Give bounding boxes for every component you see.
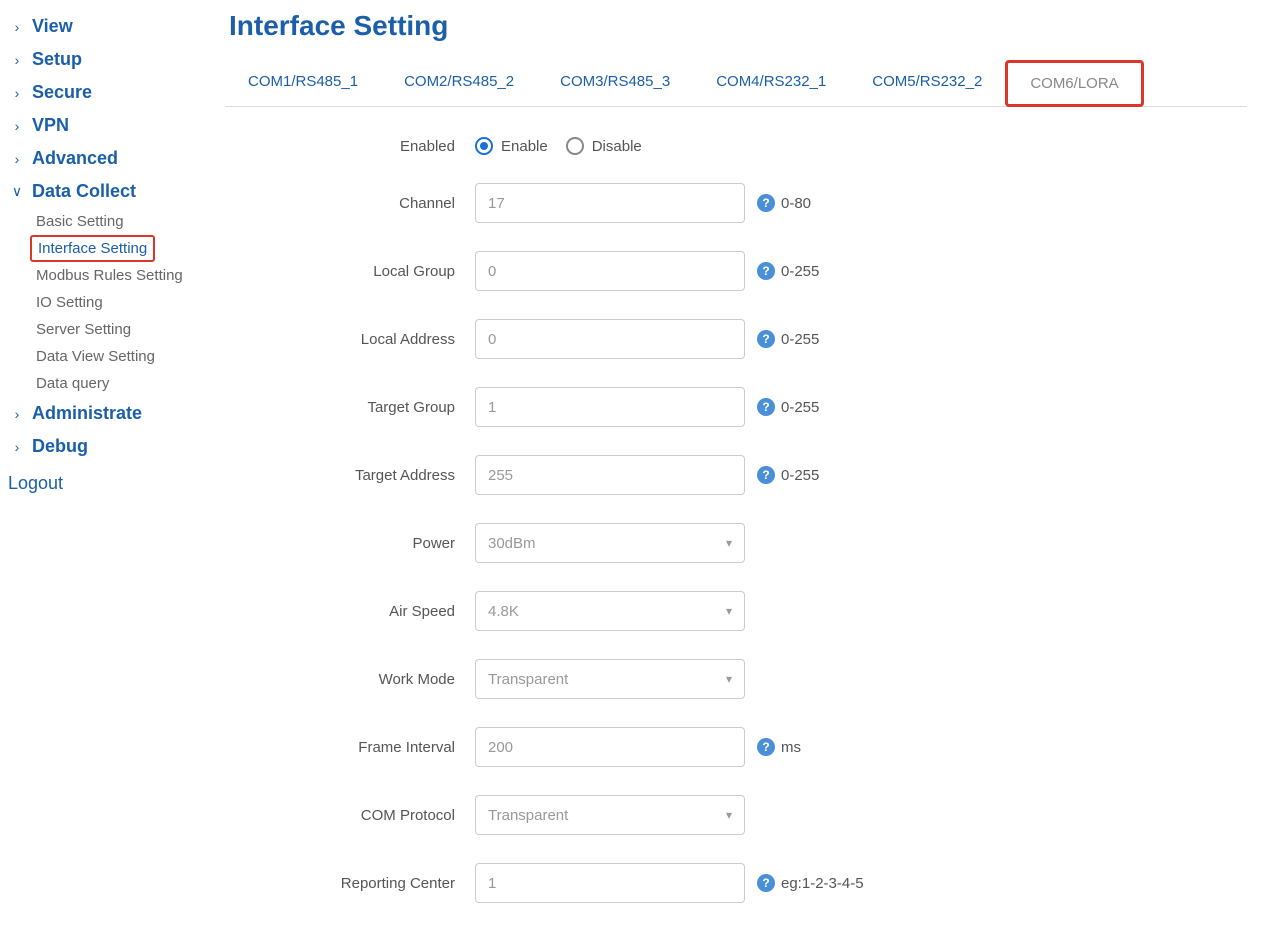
input-channel[interactable]	[475, 183, 745, 223]
label-target-address: Target Address	[285, 467, 475, 484]
select-value: Transparent	[488, 671, 568, 688]
help-icon[interactable]: ?	[757, 330, 775, 348]
nav-label: Data Collect	[32, 181, 136, 202]
subnav-data-query[interactable]: Data query	[36, 370, 225, 397]
select-value: Transparent	[488, 807, 568, 824]
subnav-io-setting[interactable]: IO Setting	[36, 289, 225, 316]
tab-com2[interactable]: COM2/RS485_2	[381, 60, 537, 106]
chevron-right-icon: ›	[8, 85, 26, 101]
radio-icon	[475, 137, 493, 155]
label-target-group: Target Group	[285, 399, 475, 416]
nav-data-collect[interactable]: ∨ Data Collect	[8, 175, 225, 208]
nav-data-collect-children: Basic Setting Interface Setting Modbus R…	[8, 208, 225, 397]
chevron-down-icon: ∨	[8, 183, 26, 200]
input-target-group[interactable]	[475, 387, 745, 427]
tab-com3[interactable]: COM3/RS485_3	[537, 60, 693, 106]
select-work-mode[interactable]: Transparent ▾	[475, 659, 745, 699]
chevron-down-icon: ▾	[726, 808, 732, 822]
tab-com5[interactable]: COM5/RS232_2	[849, 60, 1005, 106]
subnav-interface-setting[interactable]: Interface Setting	[30, 235, 155, 262]
nav-view[interactable]: › View	[8, 10, 225, 43]
hint-local-address: 0-255	[781, 331, 819, 348]
tab-com4[interactable]: COM4/RS232_1	[693, 60, 849, 106]
hint-frame-interval: ms	[781, 739, 801, 756]
nav-label: Advanced	[32, 148, 118, 169]
help-icon[interactable]: ?	[757, 738, 775, 756]
input-local-address[interactable]	[475, 319, 745, 359]
nav-advanced[interactable]: › Advanced	[8, 142, 225, 175]
nav-label: Setup	[32, 49, 82, 70]
main-content: Interface Setting COM1/RS485_1 COM2/RS48…	[225, 0, 1267, 951]
nav-label: View	[32, 16, 73, 37]
nav-debug[interactable]: › Debug	[8, 430, 225, 463]
help-icon[interactable]: ?	[757, 874, 775, 892]
radio-icon	[566, 137, 584, 155]
hint-reporting-center: eg:1-2-3-4-5	[781, 875, 864, 892]
chevron-right-icon: ›	[8, 118, 26, 134]
settings-form: Enabled Enable Disable Channel ? 0-80 Loc…	[225, 137, 1247, 903]
chevron-right-icon: ›	[8, 439, 26, 455]
interface-tabs: COM1/RS485_1 COM2/RS485_2 COM3/RS485_3 C…	[225, 60, 1247, 107]
nav-label: VPN	[32, 115, 69, 136]
nav-secure[interactable]: › Secure	[8, 76, 225, 109]
select-value: 4.8K	[488, 603, 519, 620]
nav-label: Secure	[32, 82, 92, 103]
nav-setup[interactable]: › Setup	[8, 43, 225, 76]
nav-vpn[interactable]: › VPN	[8, 109, 225, 142]
select-value: 30dBm	[488, 535, 536, 552]
chevron-down-icon: ▾	[726, 672, 732, 686]
subnav-data-view-setting[interactable]: Data View Setting	[36, 343, 225, 370]
hint-target-address: 0-255	[781, 467, 819, 484]
radio-label: Enable	[501, 138, 548, 155]
page-title: Interface Setting	[225, 10, 1247, 42]
tab-com6[interactable]: COM6/LORA	[1005, 60, 1143, 107]
hint-local-group: 0-255	[781, 263, 819, 280]
subnav-server-setting[interactable]: Server Setting	[36, 316, 225, 343]
radio-label: Disable	[592, 138, 642, 155]
radio-disable[interactable]: Disable	[566, 137, 642, 155]
label-air-speed: Air Speed	[285, 603, 475, 620]
nav-label: Administrate	[32, 403, 142, 424]
label-frame-interval: Frame Interval	[285, 739, 475, 756]
tab-com1[interactable]: COM1/RS485_1	[225, 60, 381, 106]
logout-link[interactable]: Logout	[8, 463, 225, 494]
label-local-address: Local Address	[285, 331, 475, 348]
nav-label: Debug	[32, 436, 88, 457]
label-com-protocol: COM Protocol	[285, 807, 475, 824]
chevron-down-icon: ▾	[726, 536, 732, 550]
help-icon[interactable]: ?	[757, 466, 775, 484]
chevron-right-icon: ›	[8, 52, 26, 68]
label-power: Power	[285, 535, 475, 552]
input-local-group[interactable]	[475, 251, 745, 291]
label-reporting-center: Reporting Center	[285, 875, 475, 892]
enabled-radio-group: Enable Disable	[475, 137, 642, 155]
help-icon[interactable]: ?	[757, 194, 775, 212]
label-work-mode: Work Mode	[285, 671, 475, 688]
label-channel: Channel	[285, 195, 475, 212]
select-com-protocol[interactable]: Transparent ▾	[475, 795, 745, 835]
help-icon[interactable]: ?	[757, 262, 775, 280]
chevron-right-icon: ›	[8, 406, 26, 422]
input-reporting-center[interactable]	[475, 863, 745, 903]
label-local-group: Local Group	[285, 263, 475, 280]
help-icon[interactable]: ?	[757, 398, 775, 416]
subnav-basic-setting[interactable]: Basic Setting	[36, 208, 225, 235]
select-air-speed[interactable]: 4.8K ▾	[475, 591, 745, 631]
chevron-right-icon: ›	[8, 151, 26, 167]
select-power[interactable]: 30dBm ▾	[475, 523, 745, 563]
radio-enable[interactable]: Enable	[475, 137, 548, 155]
nav-administrate[interactable]: › Administrate	[8, 397, 225, 430]
subnav-modbus-rules-setting[interactable]: Modbus Rules Setting	[36, 262, 225, 289]
chevron-down-icon: ▾	[726, 604, 732, 618]
chevron-right-icon: ›	[8, 19, 26, 35]
input-frame-interval[interactable]	[475, 727, 745, 767]
label-enabled: Enabled	[285, 138, 475, 155]
input-target-address[interactable]	[475, 455, 745, 495]
hint-target-group: 0-255	[781, 399, 819, 416]
hint-channel: 0-80	[781, 195, 811, 212]
sidebar: › View › Setup › Secure › VPN › Advanced ∨ Dat…	[0, 0, 225, 951]
